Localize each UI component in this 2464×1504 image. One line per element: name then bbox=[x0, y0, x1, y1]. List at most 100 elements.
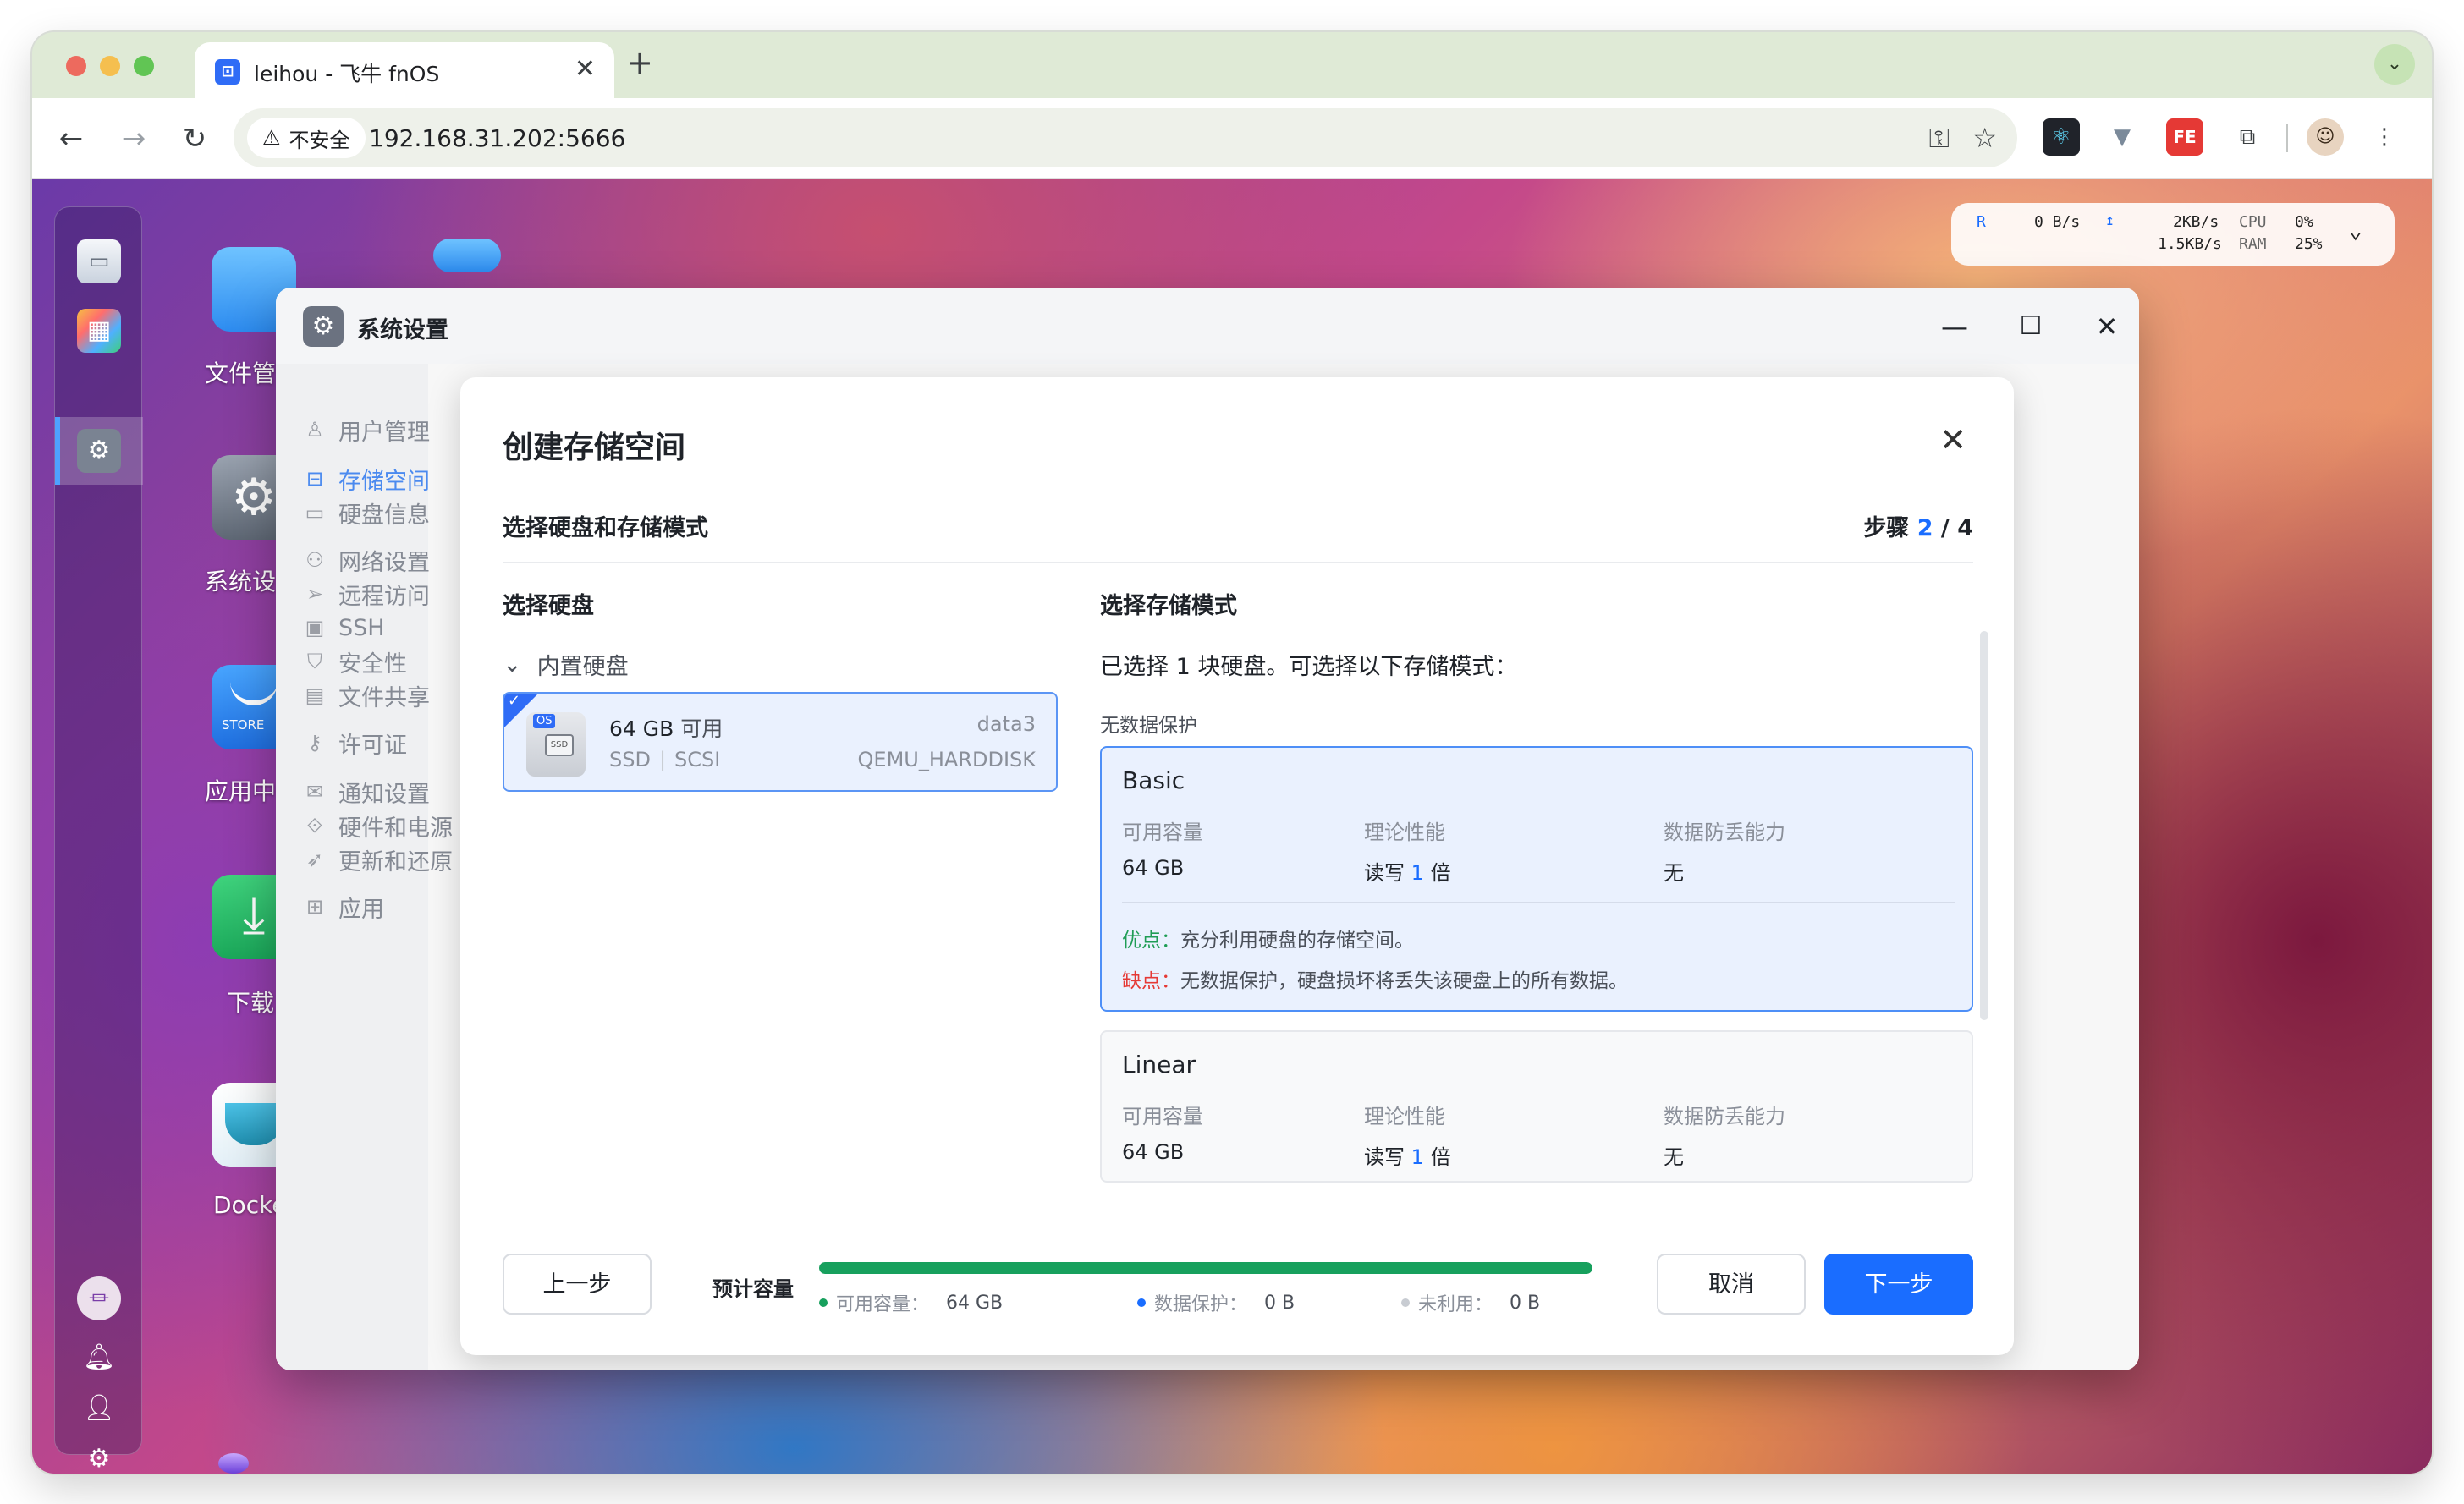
previous-step-button[interactable]: 上一步 bbox=[503, 1254, 652, 1315]
security-label: 不安全 bbox=[289, 128, 350, 152]
protection-label: 数据防丢能力 bbox=[1664, 1105, 1785, 1128]
disk-interface: SCSI bbox=[674, 748, 721, 771]
mode-card-linear[interactable]: Linear 可用容量 理论性能 数据防丢能力 64 GB 读写 1 倍 无 bbox=[1100, 1030, 1973, 1183]
netmon-speed-3: 1.5KB/s bbox=[2158, 235, 2222, 253]
gear-icon[interactable]: ⚙ bbox=[77, 1437, 121, 1474]
download-label: 下载 bbox=[227, 989, 275, 1017]
avatar[interactable]: ☺ bbox=[2307, 118, 2344, 156]
new-tab-button[interactable]: + bbox=[616, 44, 663, 81]
capacity-bar-fill bbox=[819, 1262, 1592, 1274]
activity-icon[interactable]: ⏛ bbox=[77, 1276, 121, 1320]
usable-dot-icon bbox=[819, 1298, 828, 1307]
estimate-label: 预计容量 bbox=[712, 1277, 794, 1301]
legend-protect-value: 0 B bbox=[1264, 1292, 1295, 1314]
mode-card-basic[interactable]: Basic 可用容量 理论性能 数据防丢能力 64 GB 读写 1 倍 无 优点… bbox=[1100, 746, 1973, 1012]
browser-tab[interactable]: ⊡ leihou - 飞牛 fnOS ✕ bbox=[195, 42, 614, 98]
app-center-icon[interactable]: ▦ bbox=[77, 309, 121, 353]
dock: ▭ ▦ ⚙ ⏛ 🔔︎ 👤︎ ⚙ bbox=[54, 206, 143, 1474]
forward-icon[interactable]: → bbox=[112, 117, 156, 161]
monitor-icon[interactable]: ▭ bbox=[77, 239, 121, 283]
step-indicator: 步骤 2 / 4 bbox=[1863, 509, 1973, 542]
chevron-down-icon: ⌄ bbox=[503, 651, 522, 678]
mode-pros: 优点：充分利用硬盘的存储空间。 bbox=[1122, 924, 1414, 952]
tab-close-icon[interactable]: ✕ bbox=[575, 54, 596, 84]
mode-cons: 缺点：无数据保护，硬盘损坏将丢失该硬盘上的所有数据。 bbox=[1122, 964, 1628, 993]
folder-icon[interactable] bbox=[433, 239, 501, 272]
minimize-button[interactable]: — bbox=[1931, 303, 1978, 350]
ssd-badge: SSD bbox=[545, 734, 574, 756]
disk-group-header[interactable]: ⌄ 内置硬盘 bbox=[503, 648, 629, 681]
close-window-button[interactable] bbox=[66, 56, 86, 76]
protection-value: 无 bbox=[1664, 1145, 1684, 1169]
close-button[interactable]: ✕ bbox=[2083, 303, 2131, 350]
settings-logo-icon: ⚙ bbox=[303, 306, 344, 347]
puzzle-icon[interactable]: ⧉ bbox=[2229, 118, 2266, 156]
netmon-speed-2: 2KB/s bbox=[2173, 213, 2219, 231]
minimize-window-button[interactable] bbox=[100, 56, 120, 76]
docker-whale-icon bbox=[225, 1103, 283, 1145]
performance-label: 理论性能 bbox=[1364, 1105, 1445, 1128]
perf-suffix: 倍 bbox=[1430, 861, 1451, 885]
browser-window: ⊡ leihou - 飞牛 fnOS ✕ + ⌄ ← → ↻ ⚠ 不安全 192… bbox=[32, 32, 2432, 1474]
legend-usable-label: 可用容量： bbox=[836, 1294, 930, 1315]
key-icon[interactable]: ⚿ bbox=[1929, 122, 1950, 155]
star-icon[interactable]: ☆ bbox=[1972, 122, 1997, 154]
chevron-down-icon[interactable]: ⌄ bbox=[2349, 218, 2362, 244]
more-icon[interactable]: ⋮ bbox=[2366, 118, 2403, 156]
disk-card[interactable]: ✓ OS SSD 64 GB 可用 SSD | SCSI data3 QEMU_HAR… bbox=[503, 692, 1058, 792]
legend-usable-value: 64 GB bbox=[946, 1292, 1004, 1314]
mode-section-title: 选择存储模式 bbox=[1100, 593, 1237, 619]
settings-gear-icon[interactable]: ⚙ bbox=[77, 429, 121, 473]
disk-capacity: 64 GB 可用 bbox=[609, 712, 723, 743]
dialog-title: 创建存储空间 bbox=[503, 431, 686, 465]
security-chip[interactable]: ⚠ 不安全 bbox=[247, 118, 366, 158]
mode-list-scrollbar[interactable] bbox=[1980, 631, 1988, 1020]
pros-text: 充分利用硬盘的存储空间。 bbox=[1180, 930, 1414, 952]
disk-section-title: 选择硬盘 bbox=[503, 593, 594, 619]
network-monitor-widget[interactable]: R 0 B/s ↥ 2KB/s 1.5KB/s CPU RAM 0% 25% ⌄ bbox=[1951, 203, 2395, 266]
disk-name: data3 bbox=[976, 712, 1036, 736]
file-manager-label: 文件管 bbox=[205, 360, 277, 387]
system-settings-label: 系统设 bbox=[205, 568, 277, 596]
vue-extension-icon[interactable]: ▼ bbox=[2104, 118, 2141, 156]
reload-icon[interactable]: ↻ bbox=[173, 117, 217, 161]
back-icon[interactable]: ← bbox=[49, 117, 93, 161]
perf-prefix: 读写 bbox=[1364, 861, 1405, 885]
url-text[interactable]: 192.168.31.202:5666 bbox=[369, 124, 625, 152]
dialog-close-icon[interactable]: ✕ bbox=[1939, 421, 1966, 458]
step-current: 2 bbox=[1917, 515, 1933, 541]
maximize-button[interactable]: ☐ bbox=[2007, 303, 2054, 350]
bell-icon[interactable]: 🔔︎ bbox=[77, 1336, 121, 1380]
cancel-button[interactable]: 取消 bbox=[1657, 1254, 1806, 1315]
store-text: STORE bbox=[222, 717, 265, 733]
address-bar[interactable]: ⚠ 不安全 192.168.31.202:5666 ⚿ ☆ bbox=[234, 108, 2017, 167]
zoom-window-button[interactable] bbox=[134, 56, 154, 76]
legend-protect-label: 数据保护： bbox=[1154, 1294, 1248, 1315]
capacity-value: 64 GB bbox=[1122, 1140, 1185, 1164]
tab-strip: ⊡ leihou - 飞牛 fnOS ✕ + ⌄ bbox=[32, 32, 2432, 98]
next-step-button[interactable]: 下一步 bbox=[1824, 1254, 1973, 1315]
cpu-label: CPU bbox=[2239, 213, 2267, 231]
store-smile-icon bbox=[230, 682, 278, 705]
tab-title: leihou - 飞牛 fnOS bbox=[254, 62, 440, 86]
user-icon[interactable]: 👤︎ bbox=[77, 1386, 121, 1430]
cons-key: 缺点： bbox=[1122, 970, 1180, 992]
settings-window-title: 系统设置 bbox=[357, 317, 448, 343]
capacity-bar bbox=[819, 1262, 1592, 1274]
toolbar-separator bbox=[2286, 124, 2288, 152]
ram-label: RAM bbox=[2239, 235, 2267, 253]
performance-value: 读写 1 倍 bbox=[1364, 856, 1451, 886]
mode-name: Linear bbox=[1122, 1051, 1196, 1079]
warning-icon: ⚠ bbox=[262, 126, 281, 150]
unused-dot-icon bbox=[1401, 1298, 1410, 1307]
ram-value: 25% bbox=[2295, 235, 2323, 253]
capacity-value: 64 GB bbox=[1122, 856, 1185, 880]
fe-extension-icon[interactable]: FE bbox=[2166, 118, 2203, 156]
legend-unused-label: 未利用： bbox=[1418, 1294, 1493, 1315]
disk-drive-icon: OS SSD bbox=[526, 712, 586, 777]
settings-titlebar: ⚙ 系统设置 — ☐ ✕ bbox=[276, 288, 2139, 364]
app-center-label: 应用中 bbox=[205, 777, 277, 805]
tab-search-button[interactable]: ⌄ bbox=[2374, 44, 2415, 85]
react-extension-icon[interactable]: ⚛ bbox=[2043, 118, 2080, 156]
step-total: 4 bbox=[1957, 515, 1973, 541]
